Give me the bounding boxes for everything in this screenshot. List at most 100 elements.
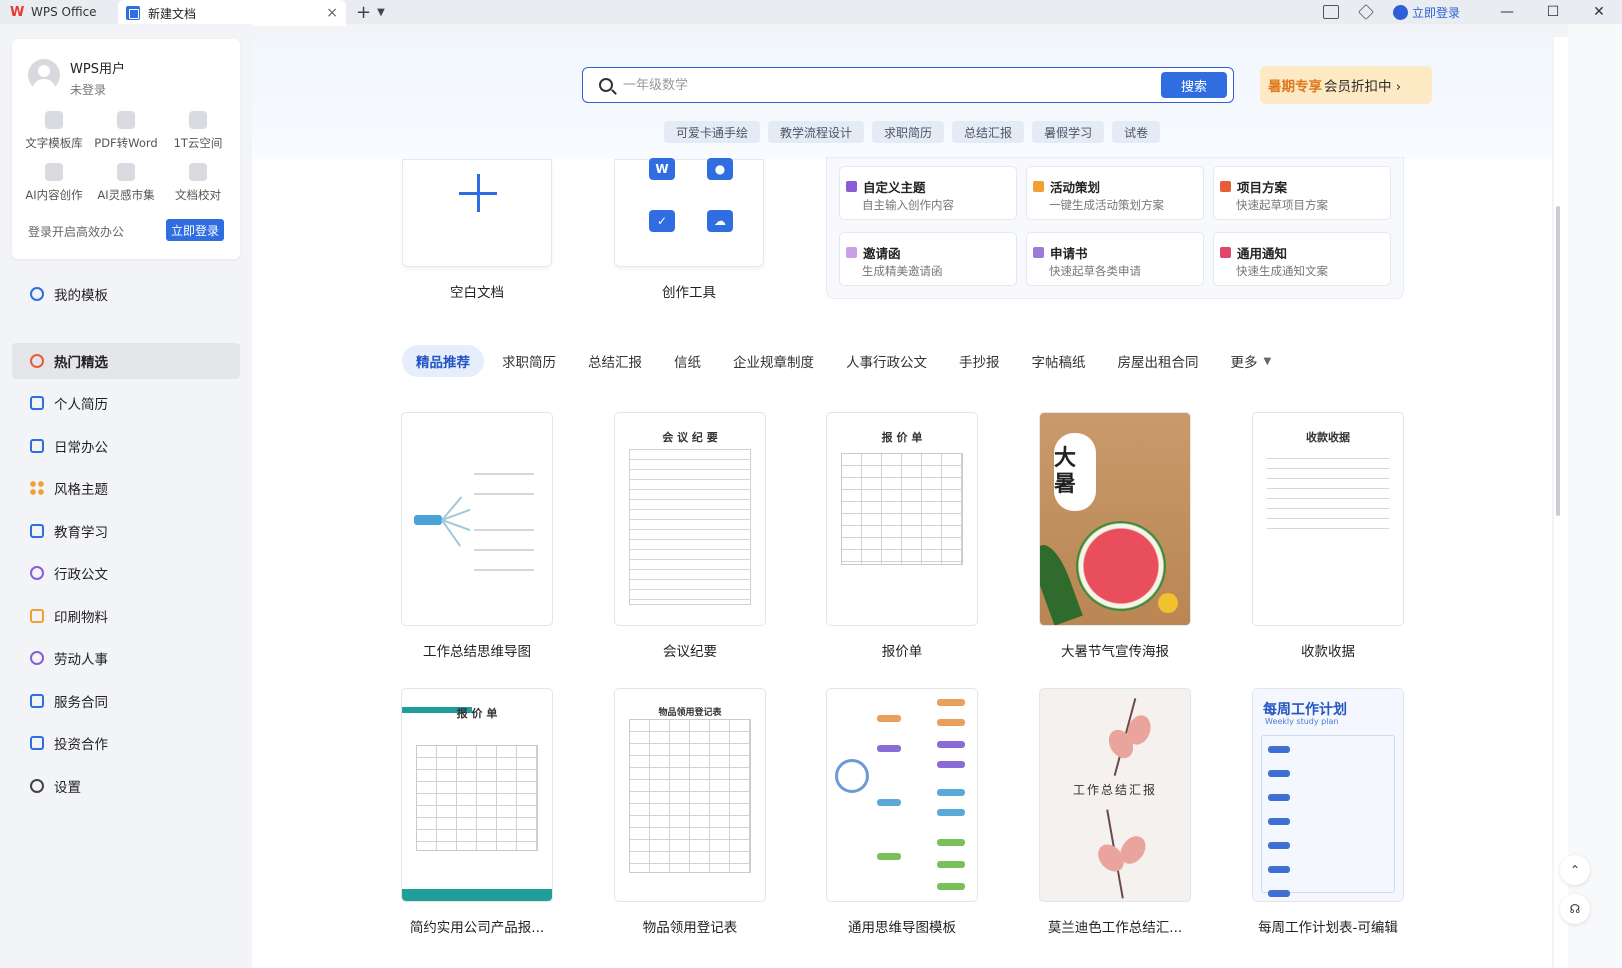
sidebar-item-education[interactable]: 教育学习: [12, 513, 240, 549]
ai-card-title: 申请书: [1033, 243, 1088, 262]
ai-card-invitation[interactable]: 邀请函 生成精美邀请函: [839, 232, 1017, 286]
template-card[interactable]: 报 价 单 报价单: [826, 412, 978, 660]
day-pill: [1268, 866, 1290, 873]
cube-icon[interactable]: [1358, 4, 1374, 20]
search-button[interactable]: 搜索: [1161, 72, 1227, 98]
template-card[interactable]: 物品领用登记表 物品领用登记表: [614, 688, 766, 936]
main-header: 搜索 暑期专享 会员折扣中 › 可爱卡通手绘 教学流程设计 求职简历 总结汇报 …: [252, 37, 1552, 159]
sidebar-item-print[interactable]: 印刷物料: [12, 598, 240, 634]
template-thumbnail: 物品领用登记表: [614, 688, 766, 902]
sidebar-item-settings[interactable]: 设置: [12, 768, 240, 804]
mindmap-leaf: [474, 529, 534, 531]
tool-template-library[interactable]: 文字模板库: [18, 111, 90, 151]
tab-copybook[interactable]: 字帖稿纸: [1018, 345, 1100, 377]
mindmap-leaf: [474, 473, 534, 475]
nav-label: 印刷物料: [54, 610, 108, 626]
ai-card-project-plan[interactable]: 项目方案 快速起草项目方案: [1213, 166, 1391, 220]
sidebar-item-resume[interactable]: 个人简历: [12, 385, 240, 421]
sidebar-item-investment[interactable]: 投资合作: [12, 725, 240, 761]
tool-ai-market[interactable]: AI灵感市集: [90, 163, 162, 203]
hot-tag[interactable]: 可爱卡通手绘: [664, 121, 761, 143]
new-tab-button[interactable]: +: [356, 2, 371, 23]
ai-card-custom-topic[interactable]: 自定义主题 自主输入创作内容: [839, 166, 1017, 220]
maximize-button[interactable]: ☐: [1530, 4, 1576, 20]
headset-icon[interactable]: ☊: [1560, 894, 1590, 924]
tab-hr-docs[interactable]: 人事行政公文: [832, 345, 941, 377]
ai-card-subtitle: 快速生成通知文案: [1236, 264, 1328, 278]
sidebar-item-admin[interactable]: 行政公文: [12, 555, 240, 591]
template-card[interactable]: 报 价 单 简约实用公司产品报...: [401, 688, 553, 936]
template-card[interactable]: 通用思维导图模板: [826, 688, 978, 936]
person-icon: [30, 287, 44, 301]
close-window-button[interactable]: ✕: [1576, 4, 1622, 20]
tab-regulations[interactable]: 企业规章制度: [719, 345, 828, 377]
mindmap-leaf: [474, 549, 534, 551]
template-card[interactable]: 每周工作计划 Weekly study plan 每周工作计划表-可编辑: [1252, 688, 1404, 936]
ai-card-subtitle: 快速起草各类申请: [1049, 264, 1141, 278]
back-to-top-button[interactable]: ⌃: [1560, 855, 1590, 885]
titlebar-login-link[interactable]: 立即登录: [1392, 4, 1460, 21]
sidebar-item-office[interactable]: 日常办公: [12, 428, 240, 464]
tab-rental[interactable]: 房屋出租合同: [1104, 345, 1213, 377]
monitor-icon: [30, 439, 44, 453]
template-label: 收款收据: [1301, 644, 1355, 660]
template-card[interactable]: 会 议 纪 要 会议纪要: [614, 412, 766, 660]
ai-card-application[interactable]: 申请书 快速起草各类申请: [1026, 232, 1204, 286]
blank-document-card[interactable]: [402, 159, 552, 267]
hot-tag[interactable]: 教学流程设计: [768, 121, 865, 143]
title-bar: W WPS Office 新建文档 × + ▼ 立即登录 — ☐ ✕: [0, 0, 1622, 26]
promo-banner[interactable]: 暑期专享 会员折扣中 ›: [1260, 66, 1432, 104]
creation-tools-card[interactable]: W ● ✓ ☁: [614, 158, 764, 267]
tab-new-document[interactable]: 新建文档 ×: [118, 0, 346, 26]
hot-tag[interactable]: 总结汇报: [952, 121, 1025, 143]
tab-letter[interactable]: 信纸: [660, 345, 715, 377]
scrollbar-thumb[interactable]: [1556, 206, 1560, 516]
hot-tag[interactable]: 暑假学习: [1032, 121, 1105, 143]
tool-pdf-to-word[interactable]: PDF转Word: [90, 111, 162, 151]
ai-card-title: 自定义主题: [846, 177, 926, 196]
sidebar-item-hot[interactable]: 热门精选: [12, 343, 240, 379]
tab-featured[interactable]: 精品推荐: [402, 345, 484, 377]
template-card[interactable]: 工作总结汇报 莫兰迪色工作总结汇...: [1039, 688, 1191, 936]
ai-card-notice[interactable]: 通用通知 快速生成通知文案: [1213, 232, 1391, 286]
heart-icon: [30, 354, 44, 368]
search-input[interactable]: [623, 77, 1161, 93]
tool-proofread[interactable]: 文档校对: [162, 163, 234, 203]
nav-label: 投资合作: [54, 737, 108, 753]
sidebar-item-my-templates[interactable]: 我的模板: [12, 276, 240, 312]
proofread-icon: [189, 163, 207, 181]
tab-summary[interactable]: 总结汇报: [574, 345, 656, 377]
creation-tools-label: 创作工具: [662, 285, 716, 301]
tool-ai-writing[interactable]: AI内容创作: [18, 163, 90, 203]
sidebar-item-contract[interactable]: 服务合同: [12, 683, 240, 719]
thumb-title: 报 价 单: [456, 707, 498, 720]
thumb-title: 工作总结汇报: [1072, 783, 1157, 797]
login-button[interactable]: 立即登录: [166, 219, 224, 241]
tool-cloud-space[interactable]: 1T云空间: [162, 111, 234, 151]
close-tab-icon[interactable]: ×: [326, 5, 338, 21]
avatar[interactable]: [28, 59, 60, 91]
window-icon[interactable]: [1322, 5, 1339, 19]
nav-label: 劳动人事: [54, 652, 108, 668]
sidebar-item-hr[interactable]: 劳动人事: [12, 640, 240, 676]
hot-tag[interactable]: 试卷: [1112, 121, 1161, 143]
thumb-title: 每周工作计划: [1263, 702, 1347, 718]
leaf-shape: [1040, 540, 1083, 625]
template-card[interactable]: 工作总结思维导图: [401, 412, 553, 660]
template-card[interactable]: 收款收据 收款收据: [1252, 412, 1404, 660]
tab-more[interactable]: 更多 ▼: [1217, 345, 1286, 377]
template-card[interactable]: 大暑 大暑节气宣传海报: [1039, 412, 1191, 660]
tab-resume[interactable]: 求职简历: [488, 345, 570, 377]
ai-document-icon: [45, 163, 63, 181]
app-tab[interactable]: W WPS Office: [0, 0, 118, 24]
chevron-down-icon[interactable]: ▼: [377, 7, 385, 18]
sparkle-icon: [117, 163, 135, 181]
mindmap-hub: [835, 759, 869, 793]
ai-card-title-text: 活动策划: [1050, 180, 1101, 195]
bookmark-icon: [30, 694, 44, 708]
sidebar-item-style[interactable]: 风格主题: [12, 470, 240, 506]
tab-handwritten[interactable]: 手抄报: [945, 345, 1014, 377]
hot-tag[interactable]: 求职简历: [872, 121, 945, 143]
minimize-button[interactable]: —: [1484, 4, 1530, 20]
ai-card-event-plan[interactable]: 活动策划 一键生成活动策划方案: [1026, 166, 1204, 220]
